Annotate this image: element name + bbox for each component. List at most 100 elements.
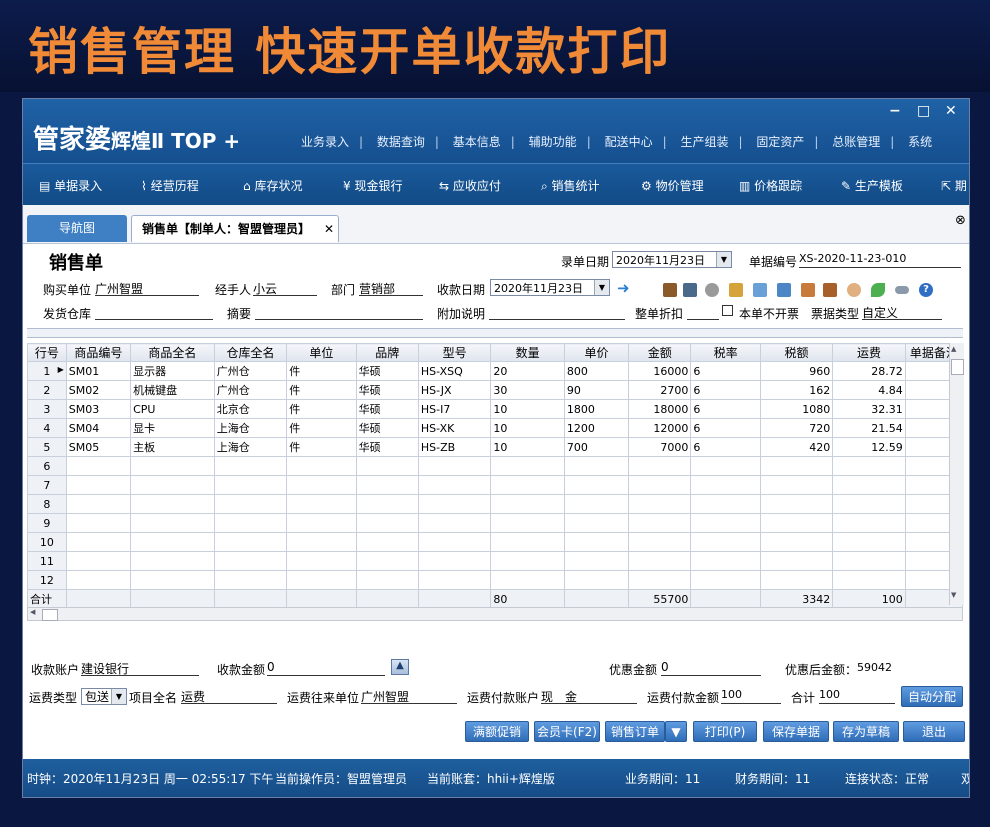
menu-item[interactable]: 总账管理 [832, 135, 880, 149]
maximize-button[interactable]: □ [917, 103, 930, 119]
leaf-icon[interactable] [871, 283, 885, 297]
table-cell[interactable] [355, 494, 419, 514]
table-cell[interactable] [286, 532, 357, 552]
toolbar-item[interactable]: ▤ 单据录入 [39, 177, 102, 194]
table-cell[interactable]: 3342 [759, 589, 834, 609]
column-header[interactable]: 单位 [286, 343, 357, 362]
table-cell[interactable]: 华硕 [355, 380, 419, 400]
table-cell[interactable] [286, 494, 357, 514]
table-cell[interactable] [832, 532, 906, 552]
table-cell[interactable] [213, 494, 288, 514]
link-icon[interactable] [895, 286, 909, 294]
exit-button[interactable]: 退出 [903, 721, 965, 742]
toolbar-item[interactable]: ⌇ 经营历程 [141, 177, 199, 194]
column-header[interactable]: 数量 [490, 343, 565, 362]
printer-icon[interactable] [683, 283, 697, 297]
table-cell[interactable]: 6 [690, 437, 761, 457]
help-icon[interactable]: ? [919, 283, 933, 297]
scroll-left-icon[interactable]: ◀ [30, 608, 35, 616]
table-row[interactable]: 2 SM02 机械键盘 广州仓件华硕 HS-JX 30 90 2700 6 162 4.84 [27, 380, 964, 400]
table-cell[interactable]: 28.72 [832, 361, 906, 381]
table-cell[interactable]: 162 [759, 380, 834, 400]
column-header[interactable]: 行号 [27, 343, 67, 362]
splitter[interactable] [27, 328, 963, 338]
toolbar-item[interactable]: ⌂ 库存状况 [243, 177, 302, 194]
freight-type-select[interactable]: 包送 ▼ [81, 688, 127, 705]
entry-date-select[interactable]: 2020年11月23日 ▼ [612, 251, 732, 268]
table-row[interactable]: 4 SM04 显卡 上海仓件华硕 HS-XK 10 1200 12000 6 720 21.54 [27, 418, 964, 438]
table-cell[interactable] [130, 570, 215, 590]
vertical-scrollbar[interactable]: ▲ ▼ [949, 343, 964, 605]
table-cell[interactable] [563, 513, 630, 533]
table-cell[interactable] [286, 513, 357, 533]
table-row[interactable]: 8 [27, 494, 964, 514]
table-cell[interactable] [628, 456, 692, 476]
table-cell[interactable]: 显示器 [130, 361, 215, 381]
table-cell[interactable] [65, 475, 132, 495]
tab-nav[interactable]: 导航图 [27, 215, 127, 242]
table-cell[interactable] [832, 570, 906, 590]
table-cell[interactable] [628, 532, 692, 552]
table-cell[interactable]: 20 [490, 361, 565, 381]
column-header[interactable]: 运费 [832, 343, 906, 362]
table-cell[interactable]: SM02 [65, 380, 132, 400]
scroll-down-icon[interactable]: ▼ [951, 591, 956, 599]
table-cell[interactable] [417, 494, 492, 514]
menu-item[interactable]: 生产组装 [680, 135, 728, 149]
table-cell[interactable]: 华硕 [355, 437, 419, 457]
table-cell[interactable]: 6 [690, 380, 761, 400]
table-cell[interactable] [759, 513, 834, 533]
no-invoice-checkbox[interactable] [722, 305, 733, 316]
horizontal-scrollbar[interactable]: ◀ [27, 607, 963, 621]
table-cell[interactable] [355, 589, 419, 609]
column-header[interactable]: 金额 [628, 343, 692, 362]
table-cell[interactable]: 100 [832, 589, 906, 609]
doc-no-field[interactable]: XS-2020-11-23-010 [799, 252, 961, 268]
table-row[interactable]: 11 [27, 551, 964, 571]
table-cell[interactable]: HS-XK [417, 418, 492, 438]
table-cell[interactable]: 广州仓 [213, 380, 288, 400]
freight-total-field[interactable]: 100 [819, 688, 895, 704]
table-cell[interactable] [130, 475, 215, 495]
freight-unit-field[interactable]: 广州智盟 [361, 688, 457, 704]
copy-icon[interactable] [777, 283, 791, 297]
table-cell[interactable] [286, 475, 357, 495]
table-cell[interactable]: 1200 [563, 418, 630, 438]
table-cell[interactable]: 北京仓 [213, 399, 288, 419]
table-cell[interactable] [759, 475, 834, 495]
member-card-button[interactable]: 会员卡(F2) [534, 721, 600, 742]
table-cell[interactable] [490, 551, 565, 571]
toolbar-item[interactable]: ✎ 生产模板 [841, 177, 903, 194]
table-cell[interactable] [65, 570, 132, 590]
table-cell[interactable]: 16000 [628, 361, 692, 381]
table-cell[interactable]: 10 [490, 418, 565, 438]
table-row[interactable]: 6 [27, 456, 964, 476]
table-cell[interactable] [286, 456, 357, 476]
arrow-right-icon[interactable]: ➜ [617, 279, 630, 297]
table-cell[interactable] [417, 570, 492, 590]
save-draft-button[interactable]: 存为草稿 [833, 721, 899, 742]
column-header[interactable]: 单价 [563, 343, 630, 362]
table-cell[interactable] [832, 494, 906, 514]
close-icon[interactable]: ✕ [324, 216, 334, 243]
table-cell[interactable] [417, 456, 492, 476]
table-cell[interactable] [213, 456, 288, 476]
table-cell[interactable] [286, 551, 357, 571]
table-cell[interactable] [355, 456, 419, 476]
table-cell[interactable]: 机械键盘 [130, 380, 215, 400]
table-cell[interactable] [286, 589, 357, 609]
table-cell[interactable]: 720 [759, 418, 834, 438]
table-cell[interactable]: HS-JX [417, 380, 492, 400]
table-cell[interactable]: 主板 [130, 437, 215, 457]
door-icon[interactable] [823, 283, 837, 297]
column-header[interactable]: 商品全名 [130, 343, 215, 362]
table-cell[interactable] [490, 456, 565, 476]
toolbar-item[interactable]: ⇆ 应收应付 [439, 177, 501, 194]
table-cell[interactable] [130, 456, 215, 476]
table-cell[interactable]: 960 [759, 361, 834, 381]
table-cell[interactable]: 10 [490, 437, 565, 457]
save-button[interactable]: 保存单据 [763, 721, 829, 742]
column-header[interactable]: 品牌 [355, 343, 419, 362]
full-promo-button[interactable]: 满额促销 [465, 721, 529, 742]
table-cell[interactable] [130, 589, 215, 609]
